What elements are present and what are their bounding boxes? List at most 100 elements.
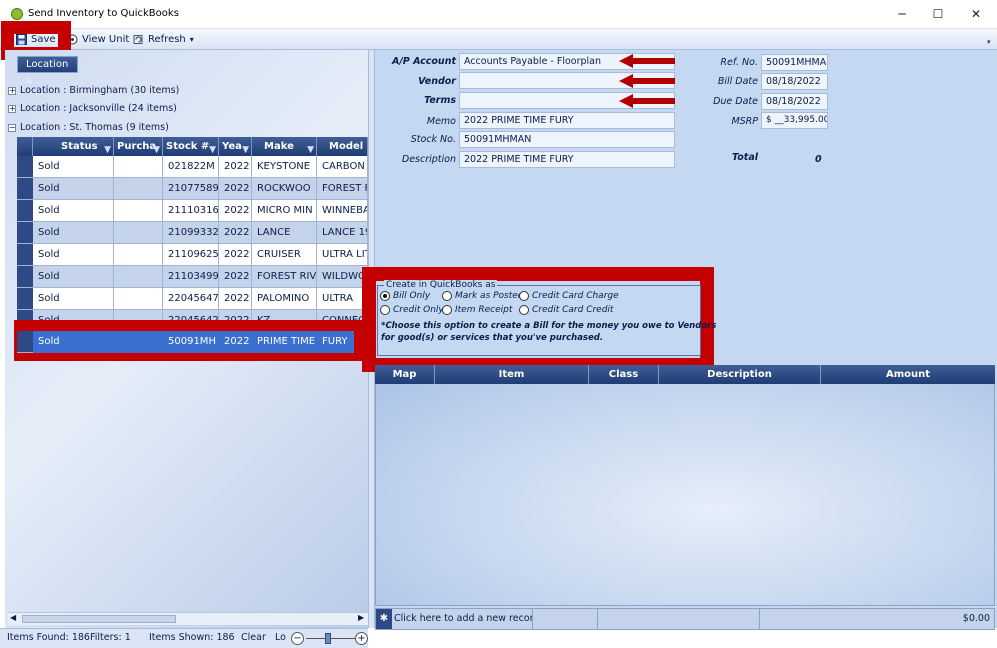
radio-mark-as-posted[interactable]: Mark as Posted (442, 291, 524, 301)
radio-credit-card-credit[interactable]: Credit Card Credit (519, 305, 613, 315)
ap-account-label: A/P Account (391, 56, 456, 67)
row-indicator[interactable] (17, 178, 33, 200)
add-new-record-prompt[interactable]: Click here to add a new record... (392, 609, 533, 629)
cell-model: FOREST RIV (317, 178, 368, 200)
row-indicator[interactable] (17, 244, 33, 266)
filter-icon[interactable]: ▼ (242, 141, 249, 156)
radio-item-receipt[interactable]: Item Receipt (442, 305, 512, 315)
zoom-slider-thumb[interactable] (325, 633, 331, 644)
new-record-class-cell[interactable] (533, 609, 598, 629)
filter-icon[interactable]: ▼ (153, 141, 160, 156)
clear-filter-button[interactable]: Clear (241, 632, 266, 643)
radio-credit-card-charge[interactable]: Credit Card Charge (519, 291, 619, 301)
bill-date-field[interactable]: 08/18/2022 (761, 73, 828, 90)
column-map[interactable]: Map (375, 365, 435, 384)
column-purchase[interactable]: Purcha ▼ (114, 137, 163, 156)
due-date-field[interactable]: 08/18/2022 (761, 93, 828, 110)
msrp-label: MSRP (731, 116, 758, 127)
row-indicator[interactable] (17, 156, 33, 178)
radio-bill-only[interactable]: Bill Only (380, 291, 430, 301)
stock-no-field[interactable]: 50091MHMAN (459, 131, 675, 148)
table-row[interactable]: Sold 21109625 2022 CRUISER ULTRA LITE (17, 244, 368, 266)
table-row[interactable]: Sold 21110316 2022 MICRO MIN WINNEBAG (17, 200, 368, 222)
group-row-st-thomas[interactable]: − Location : St. Thomas (9 items) (8, 120, 169, 135)
table-row[interactable]: Sold 21103499 2022 FOREST RIV WILDWO (17, 266, 368, 288)
expand-icon[interactable]: + (8, 86, 16, 95)
maximize-button[interactable]: ☐ (929, 6, 947, 22)
bill-lines-grid-header: Map Item Class Description Amount (375, 365, 995, 384)
filter-icon[interactable]: ▼ (104, 141, 111, 156)
table-row-selected[interactable]: Sold 50091MH 2022 PRIME TIME FURY (17, 331, 354, 353)
status-bar: Items Found: 186 Filters: 1 Items Shown:… (0, 628, 368, 648)
scroll-thumb[interactable] (22, 615, 176, 623)
refresh-button[interactable]: Refresh ▾ (133, 32, 194, 47)
row-indicator[interactable] (17, 288, 33, 310)
expand-icon[interactable]: + (8, 104, 16, 113)
new-record-row[interactable]: ✱ Click here to add a new record... $0.0… (375, 608, 995, 630)
minimize-button[interactable]: ─ (893, 6, 911, 22)
radio-credit-only[interactable]: Credit Only (380, 305, 444, 315)
toolbar-overflow-icon[interactable]: ▾ (987, 38, 991, 46)
items-shown-label: Items Shown: 186 (149, 632, 235, 643)
column-make[interactable]: Make ▼ (252, 137, 317, 156)
scroll-left-icon[interactable]: ◀ (10, 613, 16, 622)
zoom-out-icon[interactable]: − (291, 632, 304, 645)
row-indicator[interactable] (17, 331, 33, 353)
group-row-birmingham[interactable]: + Location : Birmingham (30 items) (8, 83, 179, 98)
zoom-in-icon[interactable]: + (355, 632, 368, 645)
total-label: Total (732, 152, 758, 163)
column-item[interactable]: Item (435, 365, 589, 384)
cell-year: 2022 (219, 266, 252, 288)
radio-icon[interactable] (380, 305, 390, 315)
table-row[interactable]: Sold 22045647 2022 PALOMINO ULTRA (17, 288, 368, 310)
radio-icon[interactable] (442, 291, 452, 301)
msrp-field[interactable]: $ __33,995.00 (761, 112, 828, 129)
scroll-right-icon[interactable]: ▶ (358, 613, 364, 622)
vendor-label: Vendor (418, 76, 456, 87)
row-indicator[interactable] (17, 266, 33, 288)
column-class[interactable]: Class (589, 365, 659, 384)
column-year[interactable]: Yea ▼ (219, 137, 252, 156)
radio-icon[interactable] (519, 291, 529, 301)
row-indicator[interactable] (17, 200, 33, 222)
pointer-arrow-icon (619, 94, 675, 108)
cell-stock: 21077589 (163, 178, 219, 200)
row-indicator[interactable] (17, 222, 33, 244)
column-description[interactable]: Description (659, 365, 821, 384)
cell-model: ULTRA LITE (317, 244, 368, 266)
group-by-location-header[interactable]: Location △ (17, 56, 78, 84)
radio-label: Credit Only (393, 305, 444, 315)
filter-icon[interactable]: ▼ (307, 141, 314, 156)
column-status[interactable]: Status ▼ (33, 137, 114, 156)
view-unit-label: View Unit (82, 34, 130, 45)
memo-label: Memo (426, 116, 456, 127)
cell-year: 2022 (219, 244, 252, 266)
radio-selected-icon[interactable] (380, 291, 390, 301)
table-row[interactable]: Sold 21099332 2022 LANCE LANCE 198 (17, 222, 368, 244)
refresh-dropdown-icon[interactable]: ▾ (190, 35, 194, 44)
memo-field[interactable]: 2022 PRIME TIME FURY (459, 112, 675, 129)
collapse-icon[interactable]: − (8, 123, 16, 132)
cell-model: CARBON (317, 156, 368, 178)
filters-label: Filters: 1 (90, 632, 131, 643)
table-row[interactable]: Sold 21077589 2022 ROCKWOO FOREST RIV (17, 178, 368, 200)
radio-icon[interactable] (442, 305, 452, 315)
new-record-description-cell[interactable] (598, 609, 760, 629)
view-unit-button[interactable]: View Unit (67, 32, 129, 47)
filter-icon[interactable]: ▼ (209, 141, 216, 156)
column-stock[interactable]: Stock # ▼ (163, 137, 219, 156)
table-row[interactable]: Sold 021822M 2022 KEYSTONE CARBON (17, 156, 368, 178)
new-record-icon[interactable]: ✱ (376, 609, 392, 629)
app-icon (11, 8, 23, 20)
horizontal-scrollbar[interactable]: ◀ ▶ (8, 612, 368, 625)
column-amount[interactable]: Amount (821, 365, 995, 384)
close-button[interactable]: ✕ (967, 6, 985, 22)
radio-icon[interactable] (519, 305, 529, 315)
total-value: 0 (815, 154, 822, 165)
zoom-slider-track[interactable] (306, 638, 356, 639)
column-model[interactable]: Model (317, 137, 368, 156)
description-field[interactable]: 2022 PRIME TIME FURY (459, 151, 675, 168)
ref-no-field[interactable]: 50091MHMA (761, 54, 828, 71)
group-row-jacksonville[interactable]: + Location : Jacksonville (24 items) (8, 101, 177, 116)
cell-make: PALOMINO (252, 288, 317, 310)
